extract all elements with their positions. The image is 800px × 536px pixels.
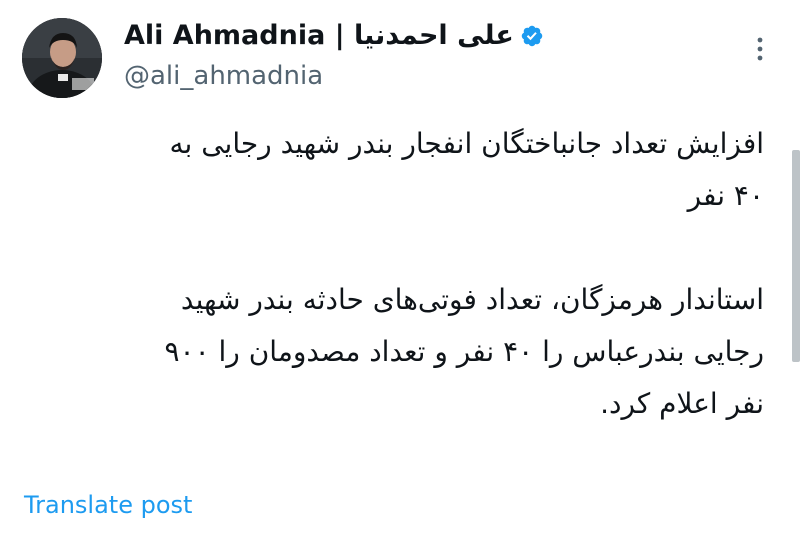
more-vertical-icon[interactable] bbox=[748, 34, 772, 64]
translate-post-link[interactable]: Translate post bbox=[24, 488, 192, 522]
post-text: افزایش تعداد جانباختگان انفجار بندر شهید… bbox=[36, 118, 765, 430]
author-block: Ali Ahmadnia | علی احمدنیا @ali_ahmadnia bbox=[124, 16, 684, 106]
post-card: Ali Ahmadnia | علی احمدنیا @ali_ahmadnia… bbox=[0, 0, 800, 536]
post-paragraph: افزایش تعداد جانباختگان انفجار بندر شهید… bbox=[36, 118, 765, 222]
avatar-image bbox=[22, 18, 102, 98]
name-row: Ali Ahmadnia | علی احمدنیا bbox=[124, 18, 544, 54]
avatar[interactable] bbox=[22, 18, 102, 98]
post-line: رجایی بندرعباس را ۴۰ نفر و تعداد مصدومان… bbox=[164, 335, 765, 368]
post-line: استاندار هرمزگان، تعداد فوتی‌های حادثه ب… bbox=[180, 283, 764, 316]
display-name[interactable]: Ali Ahmadnia | علی احمدنیا bbox=[124, 18, 514, 54]
author-handle[interactable]: @ali_ahmadnia bbox=[124, 58, 323, 94]
verified-badge-icon bbox=[520, 24, 544, 48]
post-line: نفر اعلام کرد. bbox=[600, 387, 764, 420]
post-line: ۴۰ نفر bbox=[687, 179, 764, 212]
post-line: افزایش تعداد جانباختگان انفجار بندر شهید… bbox=[169, 127, 765, 160]
scrollbar-thumb[interactable] bbox=[792, 150, 800, 362]
post-paragraph: استاندار هرمزگان، تعداد فوتی‌های حادثه ب… bbox=[36, 274, 765, 430]
